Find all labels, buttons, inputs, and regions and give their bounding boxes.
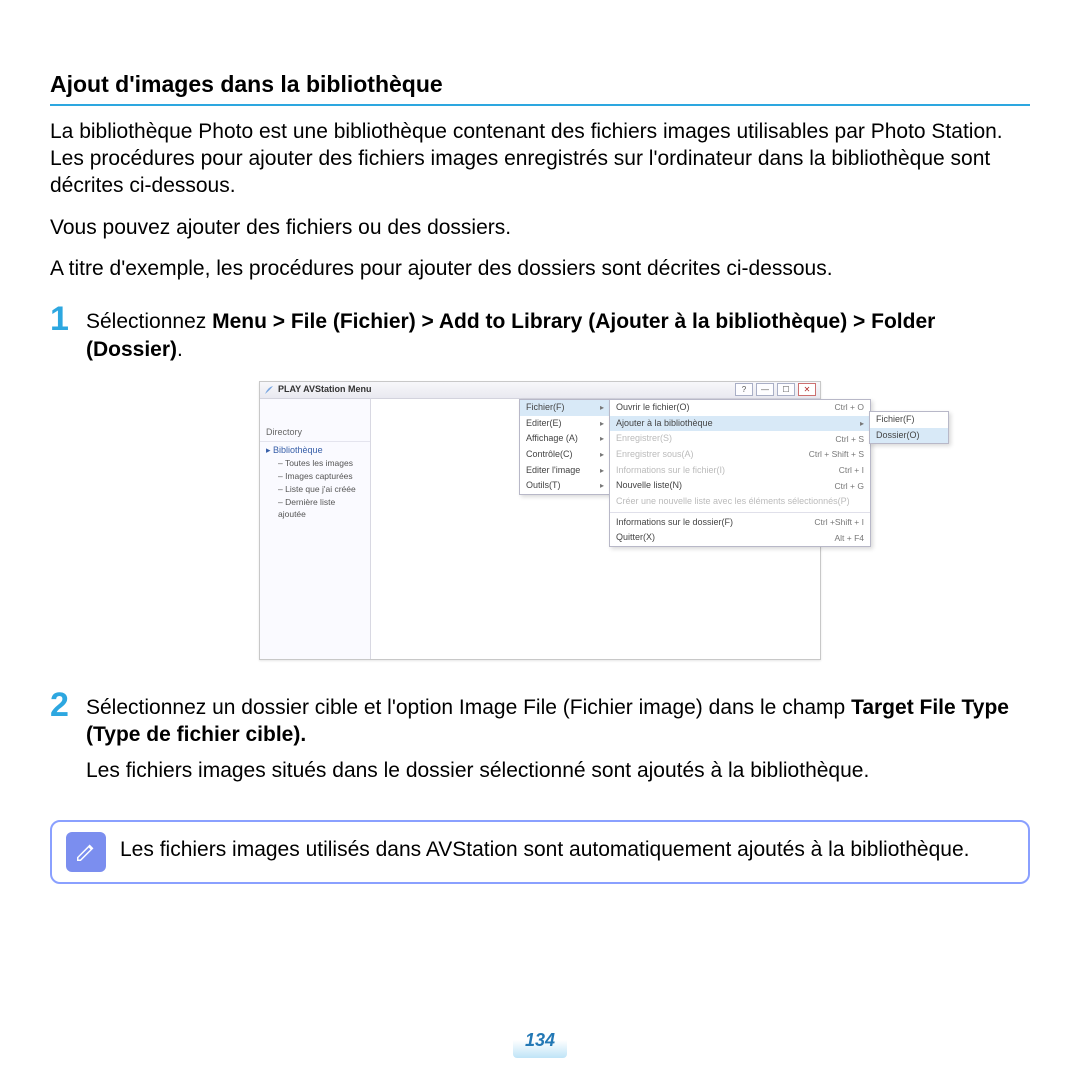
window-maximize-button[interactable]: ☐: [777, 383, 795, 396]
menu-item-label: Nouvelle liste(N): [616, 480, 834, 492]
menu2-info-fichier: Informations sur le fichier(I)Ctrl + I: [610, 463, 870, 479]
menu-item-label: Editer l'image: [526, 465, 600, 477]
menu2-creer-liste-selection: Créer une nouvelle liste avec les élémen…: [610, 494, 870, 510]
app-title-text: PLAY AVStation Menu: [278, 384, 372, 396]
sidebar-root[interactable]: ▸ Bibliothèque: [260, 444, 370, 458]
step-1-prefix: Sélectionnez: [86, 310, 212, 333]
note-box: Les fichiers images utilisés dans AVStat…: [50, 820, 1030, 884]
shortcut-label: Ctrl + S: [835, 434, 864, 445]
step-2-number: 2: [50, 688, 76, 722]
menu-item-label: Fichier(F): [876, 414, 942, 426]
submenu-arrow-icon: [600, 433, 604, 445]
shortcut-label: Ctrl + G: [834, 481, 864, 492]
page-number: 134: [513, 1022, 567, 1058]
menu-item-label: Ouvrir le fichier(O): [616, 402, 834, 414]
menu1-editer-image[interactable]: Editer l'image: [520, 463, 610, 479]
menu-item-label: Créer une nouvelle liste avec les élémen…: [616, 496, 866, 508]
step-1-text: Sélectionnez Menu > File (Fichier) > Add…: [86, 302, 1030, 363]
menu2-info-dossier[interactable]: Informations sur le dossier(F)Ctrl +Shif…: [610, 515, 870, 531]
note-text: Les fichiers images utilisés dans AVStat…: [120, 832, 969, 863]
menu1-controle[interactable]: Contrôle(C): [520, 447, 610, 463]
window-minimize-button[interactable]: —: [756, 383, 774, 396]
menu-item-label: Enregistrer(S): [616, 433, 835, 445]
step-1-number: 1: [50, 302, 76, 336]
app-sidebar: Directory ▸ Bibliothèque – Toutes les im…: [260, 399, 371, 659]
menu-level-2: Ouvrir le fichier(O)Ctrl + O Ajouter à l…: [609, 399, 871, 547]
menu1-outils[interactable]: Outils(T): [520, 478, 610, 494]
menu2-ajouter-bibliotheque[interactable]: Ajouter à la bibliothèque: [610, 416, 870, 432]
intro-paragraph-3: A titre d'exemple, les procédures pour a…: [50, 255, 1030, 282]
menu-item-label: Dossier(O): [876, 430, 942, 442]
menu-item-label: Quitter(X): [616, 532, 834, 544]
app-logo-icon: [264, 385, 274, 395]
menu-item-label: Informations sur le fichier(I): [616, 465, 839, 477]
menu1-editer[interactable]: Editer(E): [520, 416, 610, 432]
app-titlebar: PLAY AVStation Menu ? — ☐ ✕: [260, 382, 820, 399]
section-title: Ajout d'images dans la bibliothèque: [50, 70, 1030, 106]
sidebar-item[interactable]: – Images capturées: [260, 470, 370, 483]
menu-item-label: Outils(T): [526, 480, 600, 492]
submenu-arrow-icon: [860, 418, 864, 430]
submenu-arrow-icon: [600, 449, 604, 461]
sidebar-item-label: Images capturées: [285, 471, 353, 481]
menu3-fichier[interactable]: Fichier(F): [870, 412, 948, 428]
menu1-fichier[interactable]: Fichier(F): [520, 400, 610, 416]
shortcut-label: Ctrl + I: [839, 465, 864, 476]
sidebar-item[interactable]: – Liste que j'ai créée: [260, 483, 370, 496]
step-1: 1 Sélectionnez Menu > File (Fichier) > A…: [50, 302, 1030, 363]
sidebar-item[interactable]: – Dernière liste ajoutée: [260, 496, 370, 520]
submenu-arrow-icon: [600, 418, 604, 430]
menu-item-label: Ajouter à la bibliothèque: [616, 418, 860, 430]
intro-paragraph-1: La bibliothèque Photo est une bibliothèq…: [50, 118, 1030, 200]
menu3-dossier[interactable]: Dossier(O): [870, 428, 948, 444]
submenu-arrow-icon: [600, 465, 604, 477]
menu-level-1: Fichier(F) Editer(E) Affichage (A) Contr…: [519, 399, 611, 495]
menu-item-label: Fichier(F): [526, 402, 600, 414]
step-2-line2: Les fichiers images situés dans le dossi…: [86, 759, 869, 782]
menu2-ouvrir[interactable]: Ouvrir le fichier(O)Ctrl + O: [610, 400, 870, 416]
menu-level-3: Fichier(F) Dossier(O): [869, 411, 949, 444]
step-2-line1: Sélectionnez un dossier cible et l'optio…: [86, 696, 851, 719]
menu1-affichage[interactable]: Affichage (A): [520, 431, 610, 447]
step-2: 2 Sélectionnez un dossier cible et l'opt…: [50, 688, 1030, 784]
menu-item-label: Informations sur le dossier(F): [616, 517, 814, 529]
menu-item-label: Editer(E): [526, 418, 600, 430]
submenu-arrow-icon: [600, 402, 604, 414]
menu2-enregistrer-sous: Enregistrer sous(A)Ctrl + Shift + S: [610, 447, 870, 463]
app-main-area: Fichier(F) Editer(E) Affichage (A) Contr…: [371, 399, 820, 659]
shortcut-label: Alt + F4: [834, 533, 864, 544]
menu-separator: [610, 512, 870, 513]
app-screenshot: PLAY AVStation Menu ? — ☐ ✕ Directory ▸ …: [259, 381, 821, 660]
shortcut-label: Ctrl + O: [834, 402, 864, 413]
intro-paragraph-2: Vous pouvez ajouter des fichiers ou des …: [50, 214, 1030, 241]
step-1-bold: Menu > File (Fichier) > Add to Library (…: [86, 310, 935, 360]
menu2-nouvelle-liste[interactable]: Nouvelle liste(N)Ctrl + G: [610, 478, 870, 494]
window-close-button[interactable]: ✕: [798, 383, 816, 396]
menu-item-label: Affichage (A): [526, 433, 600, 445]
sidebar-item-label: Dernière liste ajoutée: [278, 497, 335, 518]
sidebar-item-label: Liste que j'ai créée: [285, 484, 356, 494]
note-pencil-icon: [66, 832, 106, 872]
menu2-enregistrer: Enregistrer(S)Ctrl + S: [610, 431, 870, 447]
menu2-quitter[interactable]: Quitter(X)Alt + F4: [610, 530, 870, 546]
menu-item-label: Contrôle(C): [526, 449, 600, 461]
shortcut-label: Ctrl + Shift + S: [809, 449, 864, 460]
submenu-arrow-icon: [600, 480, 604, 492]
shortcut-label: Ctrl +Shift + I: [814, 517, 864, 528]
menu-item-label: Enregistrer sous(A): [616, 449, 809, 461]
sidebar-item-label: Toutes les images: [285, 458, 353, 468]
sidebar-section-directory: Directory: [260, 425, 370, 442]
sidebar-item[interactable]: – Toutes les images: [260, 457, 370, 470]
step-1-suffix: .: [177, 338, 183, 361]
sidebar-root-label: Bibliothèque: [273, 445, 323, 455]
window-help-button[interactable]: ?: [735, 383, 753, 396]
